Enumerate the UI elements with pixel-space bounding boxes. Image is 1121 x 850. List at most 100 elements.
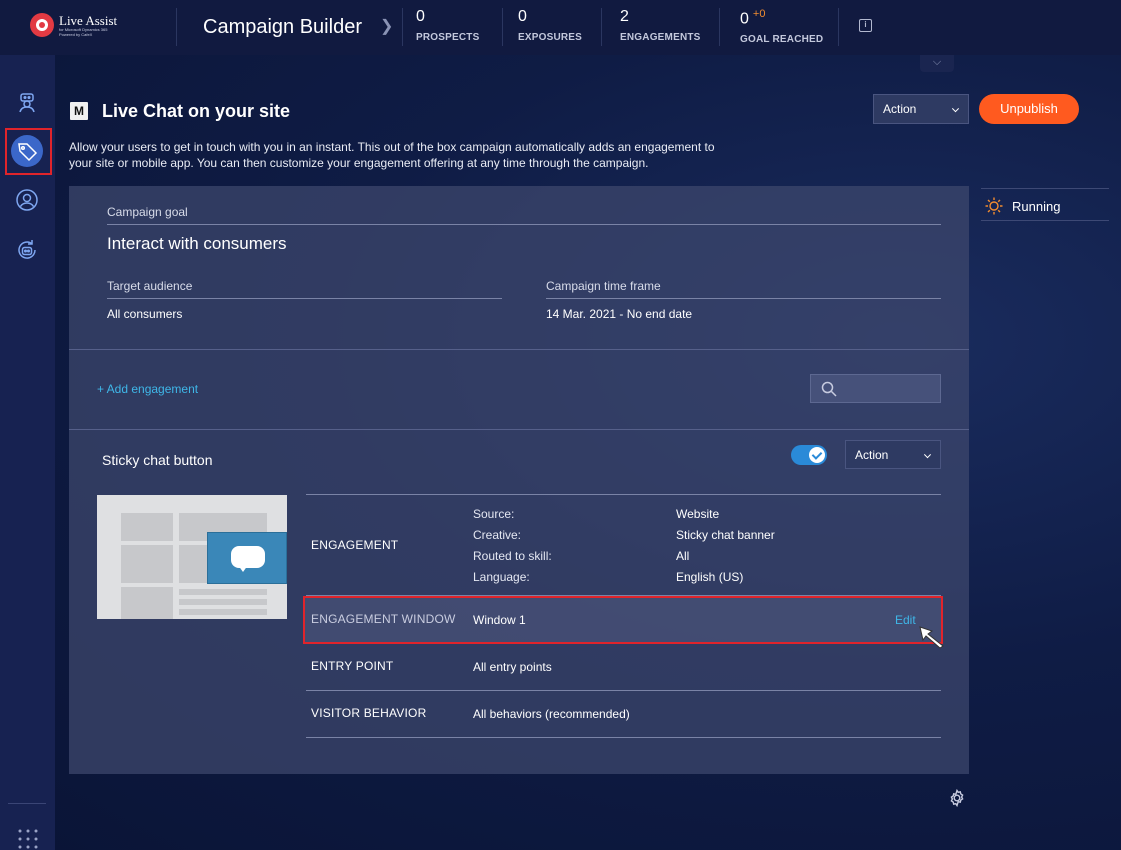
user-icon (16, 189, 38, 211)
engagement-title: Sticky chat button (102, 452, 213, 468)
nav-users[interactable] (13, 186, 41, 214)
sun-icon (985, 197, 1003, 215)
logo-powered-by: Powered by CafeX (59, 31, 93, 37)
detail-label: Routed to skill: (473, 549, 552, 563)
engagement-action-dropdown[interactable]: Action (845, 440, 941, 469)
logo-text: Live Assist for Microsoft Dynamics 365 P… (59, 14, 117, 37)
action-label: Action (855, 447, 889, 462)
visitor-behavior-key: VISITOR BEHAVIOR (311, 706, 427, 720)
campaign-status: Running (985, 197, 1060, 215)
divider (981, 220, 1109, 221)
top-bar: Live Assist for Microsoft Dynamics 365 P… (0, 0, 1121, 55)
preview-block (121, 587, 173, 619)
detail-value: Sticky chat banner (676, 528, 775, 542)
engagement-preview-image (97, 495, 287, 619)
bot-refresh-icon (18, 240, 36, 259)
live-assist-logo[interactable]: Live Assist for Microsoft Dynamics 365 P… (30, 13, 117, 37)
divider (306, 494, 941, 495)
stat-prospects: 0 PROSPECTS (416, 8, 479, 43)
engagement-row-key: ENGAGEMENT (311, 538, 399, 552)
action-label: Action (883, 102, 917, 116)
campaign-goal-label: Campaign goal (107, 205, 188, 219)
campaign-action-dropdown[interactable]: Action (873, 94, 969, 124)
stat-delta: +0 (752, 8, 766, 20)
chevron-down-icon (923, 450, 932, 458)
campaign-timeframe-label: Campaign time frame (546, 279, 661, 293)
engagement-search[interactable] (810, 374, 941, 403)
stat-number: 0 (740, 10, 749, 28)
collapse-header-button[interactable]: ⌵ (920, 55, 954, 72)
divider (502, 8, 503, 46)
engagement-enabled-toggle[interactable] (791, 445, 827, 465)
divider (306, 737, 941, 738)
nav-bots[interactable] (13, 236, 41, 264)
campaign-card: Campaign goal Interact with consumers Ta… (69, 186, 969, 774)
nav-campaigns-icon-wrap[interactable] (13, 137, 41, 165)
chatbot-icon (19, 93, 35, 113)
stat-value: 2 (620, 8, 629, 25)
detail-value: All (676, 549, 690, 563)
stat-value: 0 +0 (740, 8, 823, 28)
divider (107, 298, 502, 299)
stat-label: EXPOSURES (518, 32, 583, 43)
divider (107, 224, 941, 225)
campaign-tag-icon (18, 143, 38, 162)
stat-label: GOAL REACHED (740, 34, 824, 46)
nav-chatbot[interactable] (13, 88, 41, 116)
stat-engagements: 2 ENGAGEMENTS (620, 8, 701, 43)
section-divider (69, 349, 969, 350)
chevron-down-icon (951, 105, 960, 113)
nav-separator (8, 803, 46, 804)
annotation-highlight-box (303, 596, 943, 644)
section-divider (69, 429, 969, 430)
preview-block (179, 599, 267, 605)
lifebuoy-logo-icon (30, 13, 54, 37)
chevron-right-icon: ❯ (380, 18, 394, 35)
preview-block (179, 589, 267, 595)
divider (306, 690, 941, 691)
preview-chat-banner (207, 532, 287, 584)
target-audience-value[interactable]: All consumers (107, 307, 182, 321)
preview-block (179, 609, 267, 615)
stat-label: ENGAGEMENTS (620, 32, 701, 43)
stat-label: PROSPECTS (416, 32, 480, 43)
chat-bubble-icon (231, 546, 265, 572)
detail-label: Source: (473, 507, 515, 521)
apps-grid-icon[interactable] (17, 828, 39, 850)
info-icon[interactable]: i (859, 19, 872, 32)
page-title: Live Chat on your site (102, 101, 291, 121)
status-text: Running (1012, 198, 1061, 214)
stat-goal-reached: 0 +0 GOAL REACHED (740, 8, 823, 45)
campaign-type-badge: M (70, 102, 88, 120)
add-engagement-link[interactable]: + Add engagement (97, 382, 198, 396)
page-description: Allow your users to get in touch with yo… (69, 140, 715, 170)
detail-label: Creative: (473, 528, 522, 542)
toggle-check-icon (809, 447, 825, 463)
stat-value: 0 (518, 8, 527, 25)
visitor-behavior-value[interactable]: All behaviors (recommended) (473, 707, 630, 721)
divider (719, 8, 720, 46)
divider (838, 8, 839, 46)
divider (402, 8, 403, 46)
divider (176, 8, 177, 46)
campaign-goal-value[interactable]: Interact with consumers (107, 234, 287, 254)
preview-block (121, 545, 173, 583)
detail-value: Website (676, 507, 720, 521)
campaign-timeframe-value[interactable]: 14 Mar. 2021 - No end date (546, 307, 692, 321)
mouse-cursor-icon (919, 626, 944, 649)
target-audience-label: Target audience (107, 279, 193, 293)
search-icon (821, 381, 837, 397)
app-title: Campaign Builder (203, 16, 362, 38)
stat-exposures: 0 EXPOSURES (518, 8, 582, 43)
detail-value: English (US) (676, 570, 744, 584)
settings-gear-icon[interactable] (948, 789, 966, 807)
divider (601, 8, 602, 46)
entry-point-value[interactable]: All entry points (473, 660, 552, 674)
stat-value: 0 (416, 8, 425, 25)
detail-label: Language: (473, 570, 530, 584)
entry-point-key: ENTRY POINT (311, 659, 394, 673)
divider (546, 298, 941, 299)
divider (981, 188, 1109, 189)
search-input[interactable] (841, 380, 936, 398)
unpublish-button[interactable]: Unpublish (979, 94, 1079, 124)
